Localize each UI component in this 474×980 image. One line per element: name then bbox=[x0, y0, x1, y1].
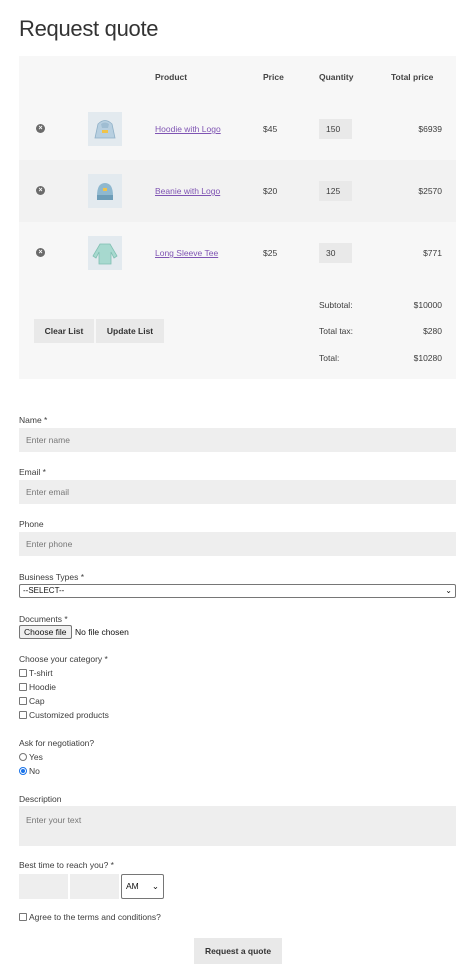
terms-checkbox[interactable] bbox=[19, 913, 27, 921]
category-label: Choose your category * bbox=[19, 654, 108, 664]
name-input[interactable]: Enter name bbox=[19, 428, 456, 452]
table-header: Product Price Quantity Total price bbox=[19, 56, 456, 98]
remove-item-icon[interactable]: × bbox=[36, 248, 45, 257]
no-file-text: No file chosen bbox=[75, 627, 129, 637]
negotiation-option: Yes bbox=[29, 752, 43, 762]
category-checkbox[interactable] bbox=[19, 697, 27, 705]
beanie-image[interactable] bbox=[88, 174, 122, 208]
ampm-select[interactable]: AM ⌄ bbox=[121, 874, 164, 899]
ampm-value: AM bbox=[126, 881, 139, 891]
terms-label: Agree to the terms and conditions? bbox=[29, 912, 161, 922]
header-quantity: Quantity bbox=[319, 72, 354, 82]
row-total: $771 bbox=[423, 248, 442, 258]
name-label: Name * bbox=[19, 415, 48, 425]
product-link[interactable]: Beanie with Logo bbox=[155, 186, 220, 196]
quote-table: Product Price Quantity Total price × Hoo… bbox=[19, 56, 456, 379]
product-price: $20 bbox=[263, 186, 278, 196]
remove-item-icon[interactable]: × bbox=[36, 186, 45, 195]
hoodie-image[interactable] bbox=[88, 112, 122, 146]
page-title: Request quote bbox=[19, 16, 159, 41]
category-option: Hoodie bbox=[29, 682, 56, 692]
quantity-input[interactable]: 125 bbox=[319, 181, 352, 201]
category-checkbox[interactable] bbox=[19, 711, 27, 719]
business-types-value: --SELECT-- bbox=[23, 586, 65, 595]
category-checkbox[interactable] bbox=[19, 683, 27, 691]
choose-file-button[interactable]: Choose file bbox=[19, 625, 72, 639]
header-price: Price bbox=[263, 72, 284, 82]
email-input[interactable]: Enter email bbox=[19, 480, 456, 504]
update-list-button[interactable]: Update List bbox=[96, 319, 164, 343]
product-price: $25 bbox=[263, 248, 278, 258]
product-price: $45 bbox=[263, 124, 278, 134]
total-label: Total: bbox=[319, 353, 340, 363]
row-total: $2570 bbox=[418, 186, 442, 196]
remove-item-icon[interactable]: × bbox=[36, 124, 45, 133]
best-time-label: Best time to reach you? * bbox=[19, 860, 114, 870]
hour-input[interactable] bbox=[19, 874, 68, 899]
table-row: × Hoodie with Logo $45 150 $6939 bbox=[19, 98, 456, 160]
total-value: $10280 bbox=[413, 353, 442, 363]
negotiation-yes-radio[interactable] bbox=[19, 753, 27, 761]
table-row: × Beanie with Logo $20 125 $2570 bbox=[19, 160, 456, 222]
subtotal-value: $10000 bbox=[413, 300, 442, 310]
category-option: T-shirt bbox=[29, 668, 53, 678]
request-quote-button[interactable]: Request a quote bbox=[194, 938, 282, 964]
tax-value: $280 bbox=[423, 326, 442, 336]
description-textarea[interactable]: Enter your text bbox=[19, 806, 456, 846]
tax-label: Total tax: bbox=[319, 326, 354, 336]
subtotal-label: Subtotal: bbox=[319, 300, 353, 310]
quantity-input[interactable]: 30 bbox=[319, 243, 352, 263]
negotiation-label: Ask for negotiation? bbox=[19, 738, 95, 748]
phone-label: Phone bbox=[19, 519, 44, 529]
long-sleeve-tee-image[interactable] bbox=[88, 236, 122, 270]
chevron-down-icon: ⌄ bbox=[151, 881, 159, 891]
business-types-label: Business Types * bbox=[19, 572, 85, 582]
table-row: × Long Sleeve Tee $25 30 $771 bbox=[19, 222, 456, 284]
category-option: Customized products bbox=[29, 710, 109, 720]
clear-list-button[interactable]: Clear List bbox=[34, 319, 94, 343]
email-label: Email * bbox=[19, 467, 46, 477]
phone-input[interactable]: Enter phone bbox=[19, 532, 456, 556]
negotiation-no-radio[interactable] bbox=[19, 767, 27, 775]
business-types-select[interactable]: --SELECT-- ⌄ bbox=[19, 584, 456, 598]
category-checkbox[interactable] bbox=[19, 669, 27, 677]
product-link[interactable]: Hoodie with Logo bbox=[155, 124, 221, 134]
header-product: Product bbox=[155, 72, 188, 82]
negotiation-option: No bbox=[29, 766, 40, 776]
documents-label: Documents * bbox=[19, 614, 68, 624]
minute-input[interactable] bbox=[70, 874, 119, 899]
header-total: Total price bbox=[391, 72, 434, 82]
description-label: Description bbox=[19, 794, 62, 804]
row-total: $6939 bbox=[418, 124, 442, 134]
category-option: Cap bbox=[29, 696, 45, 706]
quantity-input[interactable]: 150 bbox=[319, 119, 352, 139]
product-link[interactable]: Long Sleeve Tee bbox=[155, 248, 218, 258]
chevron-down-icon: ⌄ bbox=[445, 586, 452, 595]
